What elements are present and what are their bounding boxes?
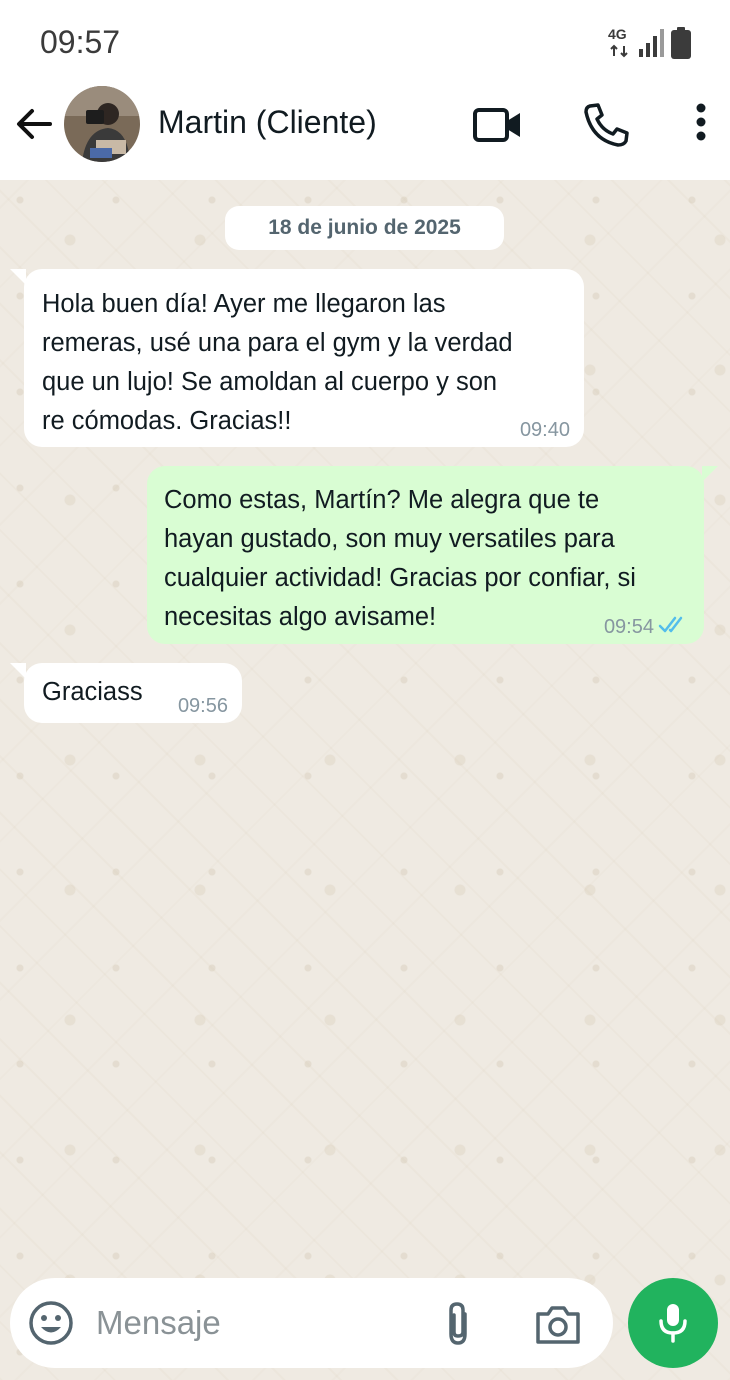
emoji-icon <box>29 1301 73 1345</box>
voice-call-button[interactable] <box>580 100 632 150</box>
camera-button[interactable] <box>534 1302 582 1346</box>
message-time: 09:40 <box>519 419 570 441</box>
attach-icon <box>449 1302 467 1345</box>
attach-button[interactable] <box>438 1300 478 1348</box>
phone-call-icon <box>584 103 629 147</box>
back-arrow-icon <box>17 109 52 139</box>
message-text: Como estas, Martín? Me alegra que te hay… <box>164 486 636 631</box>
network-label: 4G <box>608 26 627 42</box>
message-bubble-incoming[interactable]: Graciass 09:56 <box>24 663 242 723</box>
contact-name[interactable]: Martin (Cliente) <box>158 104 377 141</box>
chat-area[interactable]: 18 de junio de 2025 Hola buen día! Ayer … <box>0 180 730 1380</box>
message-bubble-incoming[interactable]: Hola buen día! Ayer me llegaron las reme… <box>24 269 584 447</box>
status-icons: 4G <box>608 26 692 60</box>
date-chip: 18 de junio de 2025 <box>225 206 504 250</box>
message-input[interactable]: Mensaje <box>96 1304 221 1342</box>
avatar[interactable] <box>64 86 140 162</box>
message-time: 09:54 <box>603 616 654 638</box>
message-time: 09:56 <box>177 695 228 717</box>
battery-icon <box>670 27 692 59</box>
more-options-button[interactable] <box>676 100 726 150</box>
video-call-button[interactable] <box>472 100 524 150</box>
mic-button[interactable] <box>628 1278 718 1368</box>
emoji-button[interactable] <box>28 1300 74 1346</box>
back-button[interactable] <box>12 102 56 146</box>
message-bubble-outgoing[interactable]: Como estas, Martín? Me alegra que te hay… <box>147 466 704 644</box>
video-call-icon <box>473 108 520 142</box>
network-4g-icon: 4G <box>608 26 632 60</box>
signal-icon <box>638 29 664 57</box>
status-bar: 09:57 4G <box>0 0 730 82</box>
bubble-tail <box>702 466 718 482</box>
camera-icon <box>536 1306 580 1344</box>
message-text: Hola buen día! Ayer me llegaron las reme… <box>42 290 513 435</box>
mic-icon <box>659 1304 687 1343</box>
more-options-icon <box>696 103 706 141</box>
message-composer: Mensaje <box>10 1278 613 1368</box>
status-time: 09:57 <box>40 24 121 60</box>
read-receipt-icon <box>658 616 683 633</box>
chat-header: Martin (Cliente) <box>0 82 730 180</box>
